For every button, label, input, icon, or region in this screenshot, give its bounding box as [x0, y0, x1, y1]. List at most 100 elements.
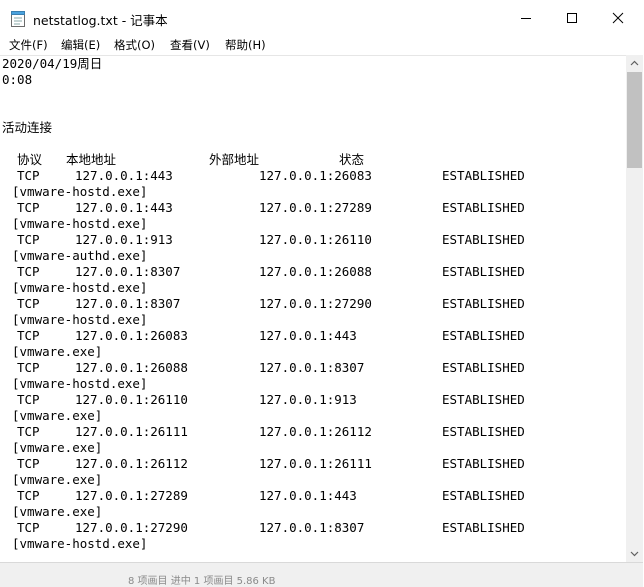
- row-process: [vmware-hostd.exe]: [12, 184, 148, 199]
- notepad-window: netstatlog.txt - 记事本 文件(F) 编辑(E) 格式(O) 查…: [0, 0, 643, 587]
- row-state: ESTABLISHED: [442, 456, 525, 471]
- connection-row: TCP 127.0.0.1:8307 127.0.0.1:27290 ESTABLIS…: [0, 296, 600, 312]
- title-bar[interactable]: netstatlog.txt - 记事本: [0, 0, 643, 36]
- row-proto: TCP: [17, 520, 40, 535]
- row-state: ESTABLISHED: [442, 488, 525, 503]
- row-proto: TCP: [17, 456, 40, 471]
- row-state: ESTABLISHED: [442, 232, 525, 247]
- row-foreign: 127.0.0.1:913: [259, 392, 357, 407]
- row-foreign: 127.0.0.1:8307: [259, 520, 365, 535]
- connection-row: TCP 127.0.0.1:443 127.0.0.1:27289 ESTABLISH…: [0, 200, 600, 216]
- row-local: 127.0.0.1:26088: [75, 360, 188, 375]
- row-foreign: 127.0.0.1:26110: [259, 232, 372, 247]
- row-state: ESTABLISHED: [442, 328, 525, 343]
- chevron-up-icon: [630, 60, 639, 66]
- connection-row: TCP 127.0.0.1:26110 127.0.0.1:913 ESTABLISH…: [0, 392, 600, 408]
- row-foreign: 127.0.0.1:26112: [259, 424, 372, 439]
- notepad-icon: [11, 11, 25, 27]
- row-local: 127.0.0.1:8307: [75, 296, 181, 311]
- row-state: ESTABLISHED: [442, 168, 525, 183]
- connection-row: TCP 127.0.0.1:26088 127.0.0.1:8307 ESTABLIS…: [0, 360, 600, 376]
- connection-row: TCP 127.0.0.1:913 127.0.0.1:26110 ESTABLISH…: [0, 232, 600, 248]
- minimize-button[interactable]: [503, 0, 549, 36]
- row-process: [vmware-hostd.exe]: [12, 216, 148, 231]
- row-state: ESTABLISHED: [442, 296, 525, 311]
- chevron-down-icon: [630, 551, 639, 557]
- row-process: [vmware-hostd.exe]: [12, 376, 148, 391]
- header-state: 状态: [339, 152, 365, 167]
- row-process: [vmware.exe]: [12, 408, 103, 423]
- time-line: 0:08: [2, 72, 33, 87]
- vertical-scrollbar[interactable]: [626, 55, 643, 562]
- menu-edit[interactable]: 编辑(E): [61, 37, 100, 53]
- row-foreign: 127.0.0.1:27289: [259, 200, 372, 215]
- row-process: [vmware.exe]: [12, 440, 103, 455]
- window-title: netstatlog.txt - 记事本: [33, 13, 168, 28]
- row-proto: TCP: [17, 296, 40, 311]
- row-local: 127.0.0.1:443: [75, 200, 173, 215]
- row-process: [vmware-authd.exe]: [12, 248, 148, 263]
- row-proto: TCP: [17, 328, 40, 343]
- row-state: ESTABLISHED: [442, 392, 525, 407]
- row-foreign: 127.0.0.1:8307: [259, 360, 365, 375]
- row-proto: TCP: [17, 232, 40, 247]
- text-editor[interactable]: 2020/04/19周日 0:08 活动连接 协议 本地地址 外部地址 状态 T…: [0, 55, 626, 563]
- maximize-button[interactable]: [549, 0, 595, 36]
- row-proto: TCP: [17, 424, 40, 439]
- row-foreign: 127.0.0.1:27290: [259, 296, 372, 311]
- row-state: ESTABLISHED: [442, 520, 525, 535]
- row-foreign: 127.0.0.1:443: [259, 488, 357, 503]
- row-process: [vmware.exe]: [12, 504, 103, 519]
- header-proto: 协议: [17, 152, 43, 167]
- header-line: 协议 本地地址 外部地址 状态: [0, 152, 600, 168]
- row-local: 127.0.0.1:26110: [75, 392, 188, 407]
- menu-help[interactable]: 帮助(H): [225, 37, 266, 53]
- row-foreign: 127.0.0.1:26111: [259, 456, 372, 471]
- header-foreign: 外部地址: [209, 152, 260, 167]
- scroll-up-button[interactable]: [626, 55, 643, 72]
- row-local: 127.0.0.1:27290: [75, 520, 188, 535]
- row-process: [vmware.exe]: [12, 344, 103, 359]
- close-icon: [612, 12, 624, 24]
- row-process: [vmware.exe]: [12, 472, 103, 487]
- maximize-icon: [567, 13, 577, 23]
- menu-format[interactable]: 格式(O): [114, 37, 155, 53]
- row-state: ESTABLISHED: [442, 264, 525, 279]
- header-local: 本地地址: [66, 152, 117, 167]
- row-local: 127.0.0.1:443: [75, 168, 173, 183]
- row-proto: TCP: [17, 392, 40, 407]
- connection-row: TCP 127.0.0.1:26111 127.0.0.1:26112 ESTABLI…: [0, 424, 600, 440]
- connection-row: TCP 127.0.0.1:26083 127.0.0.1:443 ESTABLISH…: [0, 328, 600, 344]
- row-local: 127.0.0.1:26083: [75, 328, 188, 343]
- row-process: [vmware-hostd.exe]: [12, 536, 148, 551]
- row-local: 127.0.0.1:27289: [75, 488, 188, 503]
- menu-file[interactable]: 文件(F): [9, 37, 48, 53]
- row-foreign: 127.0.0.1:26088: [259, 264, 372, 279]
- row-process: [vmware-hostd.exe]: [12, 312, 148, 327]
- section-line: 活动连接: [2, 120, 53, 135]
- row-proto: TCP: [17, 360, 40, 375]
- menu-view[interactable]: 查看(V): [170, 37, 210, 53]
- status-text: 8 项画目 进中 1 项画目 5.86 KB: [128, 576, 276, 587]
- scroll-down-button[interactable]: [626, 545, 643, 562]
- row-state: ESTABLISHED: [442, 200, 525, 215]
- connection-row: TCP 127.0.0.1:443 127.0.0.1:26083 ESTABLISH…: [0, 168, 600, 184]
- scroll-thumb[interactable]: [627, 72, 642, 168]
- minimize-icon: [521, 18, 531, 19]
- date-line: 2020/04/19周日: [2, 56, 103, 71]
- menu-bar: 文件(F) 编辑(E) 格式(O) 查看(V) 帮助(H): [0, 36, 643, 55]
- row-proto: TCP: [17, 488, 40, 503]
- row-local: 127.0.0.1:8307: [75, 264, 181, 279]
- row-foreign: 127.0.0.1:443: [259, 328, 357, 343]
- close-button[interactable]: [595, 0, 641, 36]
- connection-row: TCP 127.0.0.1:8307 127.0.0.1:26088 ESTABLIS…: [0, 264, 600, 280]
- connection-row: TCP 127.0.0.1:27289 127.0.0.1:443 ESTABLISH…: [0, 488, 600, 504]
- row-local: 127.0.0.1:913: [75, 232, 173, 247]
- row-state: ESTABLISHED: [442, 360, 525, 375]
- row-local: 127.0.0.1:26111: [75, 424, 188, 439]
- connection-row: TCP 127.0.0.1:26112 127.0.0.1:26111 ESTABLI…: [0, 456, 600, 472]
- row-state: ESTABLISHED: [442, 424, 525, 439]
- row-local: 127.0.0.1:26112: [75, 456, 188, 471]
- row-process: [vmware-hostd.exe]: [12, 280, 148, 295]
- row-proto: TCP: [17, 200, 40, 215]
